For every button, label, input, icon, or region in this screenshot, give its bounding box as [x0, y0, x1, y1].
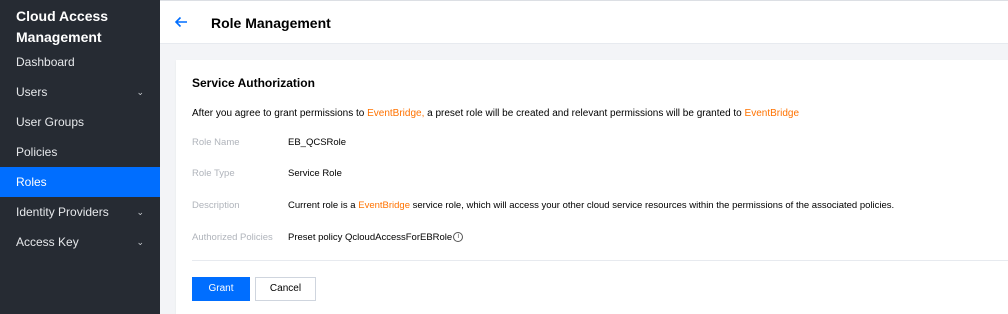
- sidebar-item-roles[interactable]: Roles: [0, 167, 160, 197]
- sidebar-item-label: Access Key: [16, 235, 79, 249]
- chevron-down-icon: ⌄: [136, 206, 144, 217]
- role-type-label: Role Type: [192, 168, 235, 179]
- role-name-value: EB_QCSRole: [288, 137, 347, 148]
- chevron-down-icon: ⌄: [136, 236, 144, 247]
- eventbridge-link[interactable]: EventBridge: [358, 200, 410, 211]
- sidebar-item-label: Identity Providers: [16, 205, 109, 219]
- eventbridge-link[interactable]: EventBridge,: [367, 108, 424, 119]
- info-circle-icon[interactable]: i: [453, 232, 464, 243]
- sidebar-item-users[interactable]: Users ⌄: [0, 77, 160, 107]
- divider: [192, 260, 1008, 261]
- sidebar-item-identity-providers[interactable]: Identity Providers ⌄: [0, 197, 160, 227]
- authorization-notice: After you agree to grant permissions to …: [192, 108, 799, 119]
- role-name-label: Role Name: [192, 137, 240, 148]
- eventbridge-link[interactable]: EventBridge: [745, 108, 799, 119]
- description-text: service role, which will access your oth…: [410, 200, 895, 211]
- arrow-left-icon[interactable]: [174, 12, 190, 32]
- page-header: Role Management: [160, 0, 1008, 44]
- card-title: Service Authorization: [192, 76, 315, 90]
- notice-text: After you agree to grant permissions to: [192, 108, 368, 119]
- description-label: Description: [192, 200, 240, 211]
- notice-text: a preset role will be created and releva…: [424, 108, 745, 119]
- chevron-down-icon: ⌄: [136, 86, 144, 97]
- service-authorization-card: Service Authorization After you agree to…: [176, 60, 1008, 314]
- cancel-button[interactable]: Cancel: [255, 277, 316, 301]
- sidebar-item-user-groups[interactable]: User Groups: [0, 107, 160, 137]
- sidebar-item-label: Users: [16, 85, 48, 99]
- app-title: Cloud Access Management: [16, 8, 109, 45]
- authorized-policies-label: Authorized Policies: [192, 232, 273, 243]
- sidebar-item-label: Roles: [16, 175, 47, 189]
- role-type-value: Service Role: [288, 168, 342, 179]
- sidebar-nav: Dashboard Users ⌄ User Groups Policies R…: [0, 47, 160, 257]
- sidebar-item-label: Policies: [16, 145, 58, 159]
- sidebar-item-label: User Groups: [16, 115, 85, 129]
- policy-name: Preset policy QcloudAccessForEBRole: [288, 232, 453, 243]
- sidebar: Cloud Access Management Dashboard Users …: [0, 0, 160, 314]
- authorized-policies-value: Preset policy QcloudAccessForEBRole i: [288, 232, 464, 243]
- description-text: Current role is a: [288, 200, 359, 211]
- grant-button[interactable]: Grant: [192, 277, 250, 301]
- sidebar-item-dashboard[interactable]: Dashboard: [0, 47, 160, 77]
- sidebar-item-policies[interactable]: Policies: [0, 137, 160, 167]
- sidebar-item-label: Dashboard: [16, 55, 75, 69]
- page-title: Role Management: [211, 15, 331, 31]
- description-value: Current role is a EventBridge service ro…: [288, 200, 894, 211]
- sidebar-item-access-key[interactable]: Access Key ⌄: [0, 227, 160, 257]
